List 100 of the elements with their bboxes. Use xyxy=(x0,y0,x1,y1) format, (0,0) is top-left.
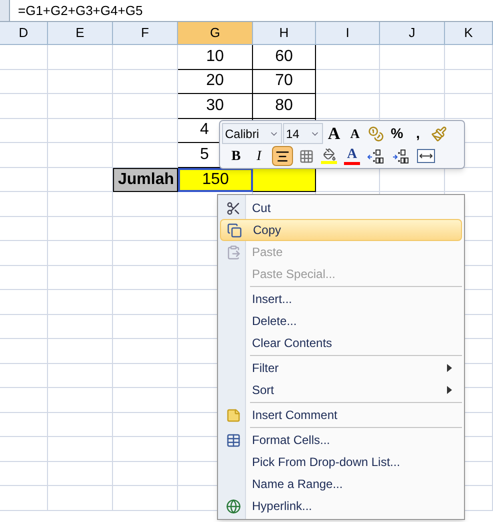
scissors-icon xyxy=(226,200,240,216)
empty-cell xyxy=(113,364,178,388)
menu-item[interactable]: Insert Comment xyxy=(220,404,462,426)
empty-cell xyxy=(0,290,48,314)
empty-cell xyxy=(48,364,113,388)
globe-icon xyxy=(226,498,240,514)
empty-cell xyxy=(0,241,48,266)
table-cell: 80 xyxy=(253,94,316,118)
empty-cell xyxy=(48,412,113,437)
menu-item[interactable]: Name a Range... xyxy=(220,473,462,495)
empty-cell xyxy=(380,70,445,94)
font-color-button[interactable]: A xyxy=(342,146,362,166)
align-center-icon xyxy=(275,148,290,164)
empty-cell xyxy=(316,70,380,94)
empty-cell xyxy=(0,314,48,339)
empty-cell xyxy=(48,388,113,412)
empty-cell xyxy=(113,45,178,70)
empty-cell xyxy=(0,118,48,143)
shrink-font-button[interactable]: A xyxy=(345,124,365,144)
formula-field[interactable]: =G1+G2+G3+G4+G5 xyxy=(10,0,493,21)
empty-cell xyxy=(113,462,178,486)
column-header[interactable]: I xyxy=(316,22,380,44)
empty-cell xyxy=(0,462,48,486)
empty-cell xyxy=(0,94,48,118)
table-cell: 60 xyxy=(253,45,316,70)
column-header[interactable]: G xyxy=(178,22,253,44)
size-dropdown[interactable]: 14 xyxy=(283,123,323,144)
menu-item[interactable]: Pick From Drop-down List... xyxy=(220,451,462,473)
empty-cell xyxy=(445,45,493,70)
empty-cell xyxy=(113,412,178,437)
empty-cell xyxy=(48,118,113,143)
column-header[interactable]: D xyxy=(0,22,48,44)
empty-cell xyxy=(48,290,113,314)
empty-cell xyxy=(113,216,178,241)
table-cell: 150 xyxy=(178,168,253,192)
empty-cell xyxy=(48,216,113,241)
empty-cell xyxy=(0,45,48,70)
copy-icon xyxy=(226,222,242,238)
number-format-button[interactable]: % xyxy=(387,124,407,144)
menu-item[interactable]: Format Cells... xyxy=(220,429,462,451)
menu-item[interactable]: Delete... xyxy=(220,310,462,332)
column-header[interactable]: E xyxy=(48,22,113,44)
empty-cell xyxy=(445,70,493,94)
menu-item[interactable]: Cut xyxy=(220,197,462,219)
empty-cell xyxy=(0,266,48,290)
empty-cell xyxy=(113,192,178,216)
number-format-button[interactable]: , xyxy=(408,124,428,144)
empty-cell xyxy=(0,143,48,168)
empty-cell xyxy=(113,70,178,94)
table-icon xyxy=(226,432,240,448)
empty-cell xyxy=(316,45,380,70)
column-header[interactable]: H xyxy=(253,22,316,44)
empty-cell xyxy=(48,70,113,94)
menu-item[interactable]: Clear Contents xyxy=(220,332,462,354)
empty-cell xyxy=(113,314,178,339)
empty-cell xyxy=(113,94,178,118)
merge-center-icon[interactable] xyxy=(415,146,437,166)
empty-cell xyxy=(48,241,113,266)
column-header[interactable]: J xyxy=(380,22,445,44)
fill-color-button[interactable] xyxy=(319,146,339,166)
empty-cell xyxy=(0,364,48,388)
empty-cell xyxy=(0,168,48,192)
table-cell: 30 xyxy=(178,94,253,118)
empty-cell xyxy=(0,339,48,364)
empty-cell xyxy=(0,437,48,462)
empty-cell xyxy=(0,486,48,510)
table-cell: 10 xyxy=(178,45,253,70)
empty-cell xyxy=(380,45,445,70)
clipboard-icon xyxy=(226,244,240,260)
empty-cell xyxy=(113,266,178,290)
empty-cell xyxy=(48,486,113,510)
grow-font-button[interactable]: A xyxy=(324,124,344,144)
table-cell: Jumlah xyxy=(113,168,178,192)
menu-item[interactable]: Copy xyxy=(220,219,462,241)
empty-cell xyxy=(48,339,113,364)
empty-cell xyxy=(48,143,113,168)
empty-cell xyxy=(48,437,113,462)
empty-cell xyxy=(48,94,113,118)
empty-cell xyxy=(48,314,113,339)
empty-cell xyxy=(48,462,113,486)
empty-cell xyxy=(0,192,48,216)
empty-cell xyxy=(113,118,178,143)
empty-cell xyxy=(48,266,113,290)
empty-cell xyxy=(0,216,48,241)
menu-item[interactable]: Sort xyxy=(220,379,462,401)
empty-cell xyxy=(0,388,48,412)
menu-item[interactable]: Filter xyxy=(220,357,462,379)
bold-button[interactable]: B xyxy=(226,146,246,166)
column-header[interactable]: K xyxy=(445,22,493,44)
table-cell: 70 xyxy=(253,70,316,94)
empty-cell xyxy=(48,192,113,216)
empty-cell xyxy=(380,94,445,118)
menu-item[interactable]: Insert... xyxy=(220,288,462,310)
empty-cell xyxy=(445,94,493,118)
font-dropdown[interactable]: Calibri xyxy=(222,123,282,144)
align-center-button[interactable] xyxy=(272,146,293,166)
menu-item[interactable]: Hyperlink... xyxy=(220,495,462,517)
empty-cell xyxy=(0,70,48,94)
empty-cell xyxy=(0,412,48,437)
empty-cell xyxy=(316,94,380,118)
